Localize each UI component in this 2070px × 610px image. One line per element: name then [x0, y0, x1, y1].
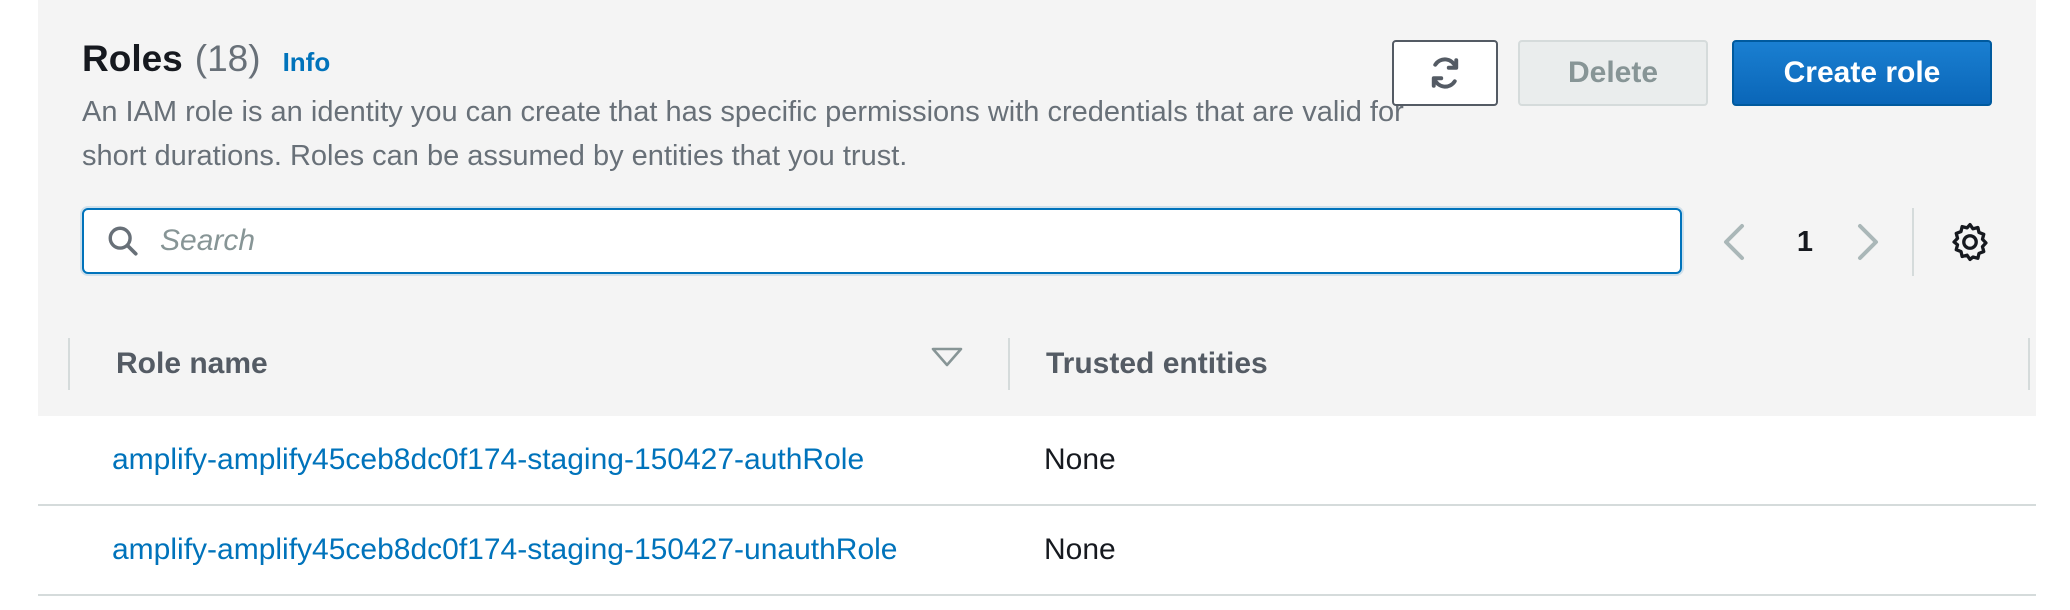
search-icon [108, 226, 138, 256]
roles-panel: Roles (18) Info An IAM role is an identi… [38, 0, 2036, 610]
chevron-left-icon [1724, 224, 1744, 260]
page-title: Roles [82, 38, 183, 79]
search-input[interactable] [158, 223, 1680, 259]
current-page[interactable]: 1 [1790, 220, 1820, 264]
table-header: Role name Trusted entities [38, 310, 2036, 418]
table-row: amplify-amplify45ceb8dc0f174-staging-150… [38, 416, 2036, 506]
delete-button[interactable]: Delete [1518, 40, 1708, 106]
prev-page-button[interactable] [1714, 220, 1754, 264]
column-header-role-name[interactable]: Role name [116, 340, 268, 388]
role-name-link[interactable]: amplify-amplify45ceb8dc0f174-staging-150… [112, 528, 898, 572]
column-header-trusted-entities[interactable]: Trusted entities [1046, 340, 1268, 388]
sort-descending-icon[interactable] [930, 346, 964, 368]
gear-icon [1952, 222, 1988, 262]
roles-header: Roles (18) Info An IAM role is an identi… [38, 0, 2036, 312]
chevron-right-icon [1858, 224, 1878, 260]
refresh-icon [1431, 57, 1459, 89]
pagination-divider [1912, 208, 1914, 276]
column-separator[interactable] [2028, 338, 2030, 390]
create-role-button[interactable]: Create role [1732, 40, 1992, 106]
search-box[interactable] [82, 208, 1682, 274]
info-link[interactable]: Info [283, 47, 331, 78]
preferences-button[interactable] [1948, 220, 1992, 264]
refresh-button[interactable] [1392, 40, 1498, 106]
role-name-link[interactable]: amplify-amplify45ceb8dc0f174-staging-150… [112, 438, 864, 482]
table-row: amplify-amplify45ceb8dc0f174-staging-150… [38, 506, 2036, 596]
page-description: An IAM role is an identity you can creat… [82, 96, 1404, 172]
roles-count: (18) [194, 38, 261, 79]
trusted-entities-value: None [1044, 533, 1116, 566]
trusted-entities-value: None [1044, 443, 1116, 476]
title-row: Roles (18) Info [82, 38, 330, 88]
column-separator [68, 338, 70, 390]
column-separator[interactable] [1008, 338, 1010, 390]
next-page-button[interactable] [1848, 220, 1888, 264]
